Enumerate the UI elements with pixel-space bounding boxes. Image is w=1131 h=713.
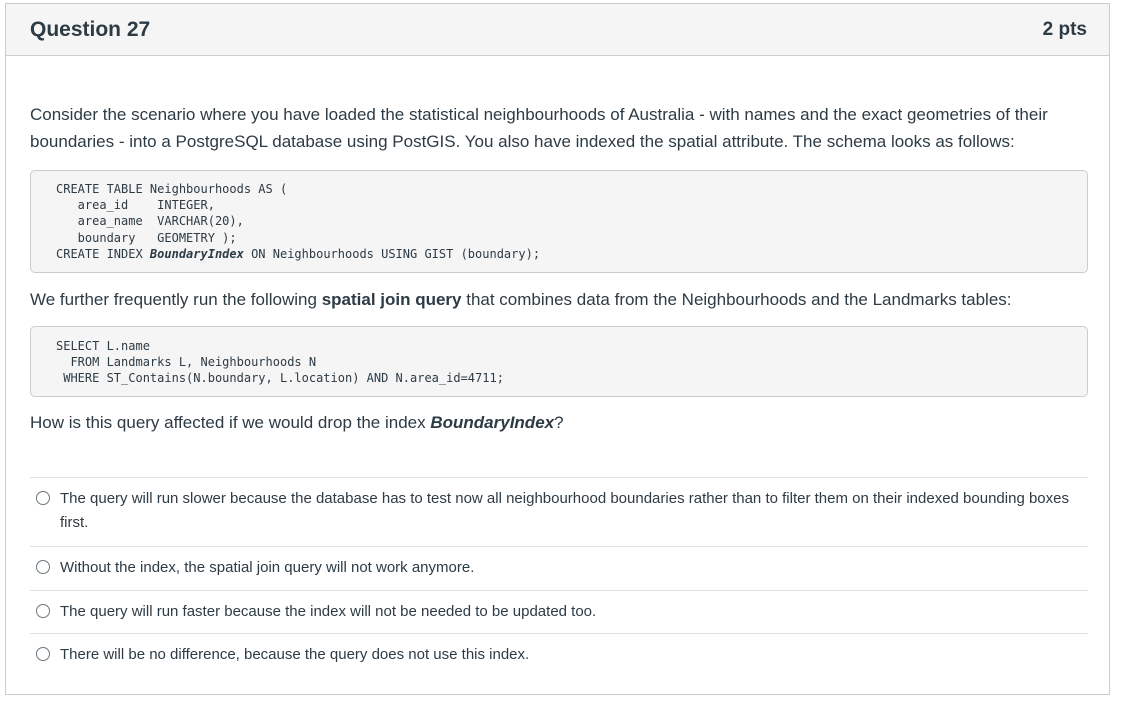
code-line: WHERE ST_Contains(N.boundary, L.location…: [56, 371, 504, 386]
question-header: Question 27 2 pts: [6, 4, 1109, 56]
code-line: SELECT L.name: [56, 339, 150, 353]
answer-option-1[interactable]: The query will run slower because the da…: [30, 477, 1088, 546]
intro-text: Consider the scenario where you have loa…: [30, 105, 1048, 151]
radio-button[interactable]: [36, 491, 50, 505]
code-line: CREATE TABLE Neighbourhoods AS (: [56, 182, 288, 196]
radio-button[interactable]: [36, 560, 50, 574]
answer-list: The query will run slower because the da…: [30, 477, 1088, 677]
further-text-start: We further frequently run the following: [30, 290, 322, 309]
answer-label: The query will run slower because the da…: [60, 490, 1069, 531]
question-title: Question 27: [30, 17, 151, 41]
answer-label: The query will run faster because the in…: [60, 602, 597, 620]
answer-option-2[interactable]: Without the index, the spatial join quer…: [30, 546, 1088, 590]
prompt-text-end: ?: [554, 413, 564, 432]
code-line: boundary GEOMETRY );: [56, 230, 237, 245]
prompt-text-start: How is this query affected if we would d…: [30, 413, 431, 432]
further-text-bold: spatial join query: [321, 290, 462, 309]
answer-label: There will be no difference, because the…: [60, 646, 530, 663]
prompt-index-name: BoundaryIndex: [430, 413, 555, 432]
further-text: We further frequently run the following …: [30, 286, 1088, 313]
radio-button[interactable]: [36, 647, 50, 661]
question-points: 2 pts: [1042, 18, 1087, 40]
question-card: Question 27 2 pts Consider the scenario …: [5, 3, 1110, 695]
answer-option-3[interactable]: The query will run faster because the in…: [30, 589, 1088, 634]
code-line: area_name VARCHAR(20),: [56, 214, 244, 229]
answer-label: Without the index, the spatial join quer…: [60, 559, 475, 576]
code-line: ON Neighbourhoods USING GIST (boundary);: [243, 246, 541, 261]
index-name: BoundaryIndex: [149, 246, 244, 261]
further-text-end: that combines data from the Neighbourhoo…: [461, 290, 1012, 309]
question-body: Consider the scenario where you have loa…: [6, 101, 1109, 677]
code-line: CREATE INDEX: [56, 246, 150, 261]
answer-option-4[interactable]: There will be no difference, because the…: [30, 633, 1088, 677]
prompt-text: How is this query affected if we would d…: [30, 409, 1088, 436]
radio-button[interactable]: [36, 603, 50, 618]
code-line: FROM Landmarks L, Neighbourhoods N: [56, 355, 317, 370]
schema-code-block: CREATE TABLE Neighbourhoods AS ( area_id…: [30, 170, 1088, 273]
code-line: area_id INTEGER,: [56, 198, 215, 213]
query-code-block: SELECT L.name FROM Landmarks L, Neighbou…: [30, 326, 1088, 397]
